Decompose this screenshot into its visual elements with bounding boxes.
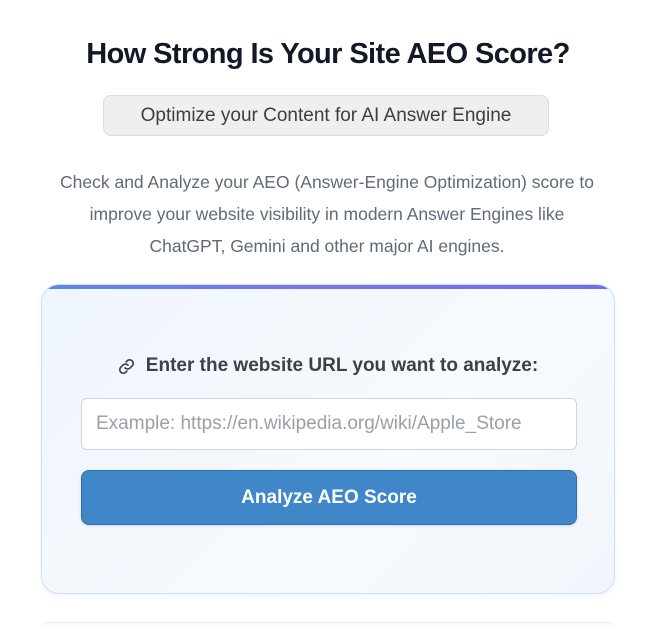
link-icon xyxy=(118,357,136,375)
url-label: Enter the website URL you want to analyz… xyxy=(145,355,539,376)
description-line: improve your website visibility in moder… xyxy=(89,204,565,224)
url-label-row: Enter the website URL you want to analyz… xyxy=(42,355,614,377)
card-accent-bar xyxy=(42,285,614,289)
description: Check and Analyze your AEO (Answer-Engin… xyxy=(34,166,620,262)
analyzer-card: Enter the website URL you want to analyz… xyxy=(41,284,615,594)
analyze-aeo-score-button[interactable]: Analyze AEO Score xyxy=(81,470,577,525)
description-line: Check and Analyze your AEO (Answer-Engin… xyxy=(60,172,594,192)
url-input[interactable] xyxy=(81,398,577,450)
subtitle-badge: Optimize your Content for AI Answer Engi… xyxy=(103,95,549,136)
description-line: ChatGPT, Gemini and other major AI engin… xyxy=(149,236,505,256)
page-title: How Strong Is Your Site AEO Score? xyxy=(86,38,570,70)
